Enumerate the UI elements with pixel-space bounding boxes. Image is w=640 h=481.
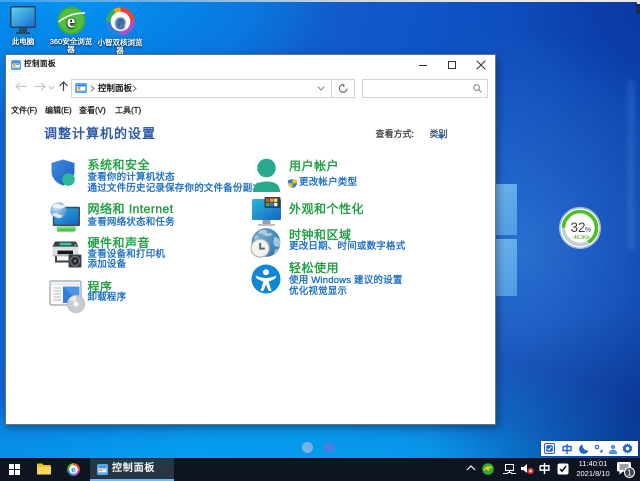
svg-text:%: %: [585, 227, 591, 234]
svg-text:↓46.2K/s: ↓46.2K/s: [572, 235, 591, 241]
svg-text:32: 32: [570, 220, 585, 235]
svg-text:e: e: [71, 465, 76, 474]
svg-text:1: 1: [627, 469, 632, 478]
svg-text:e: e: [115, 12, 125, 32]
